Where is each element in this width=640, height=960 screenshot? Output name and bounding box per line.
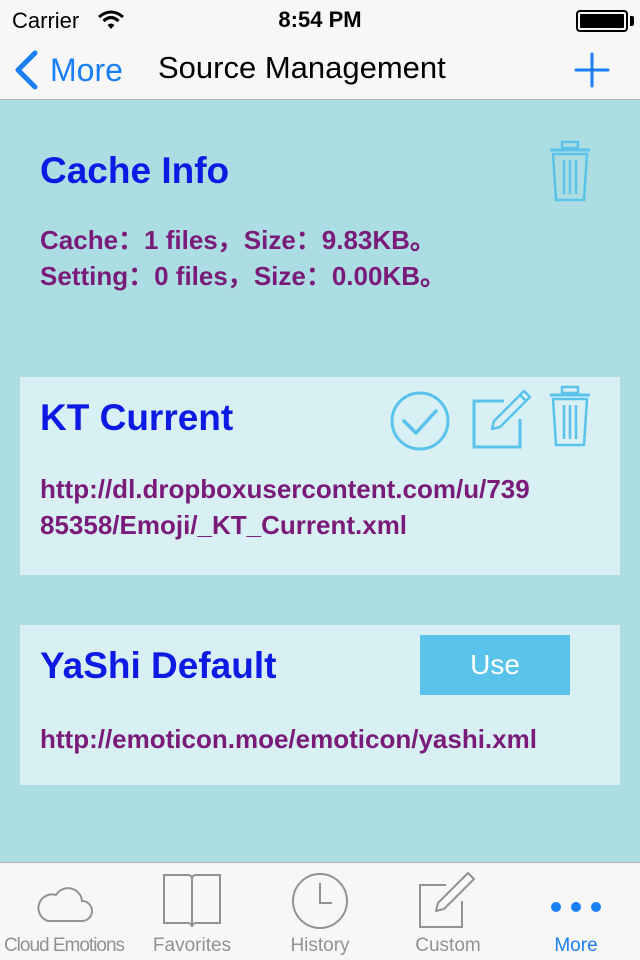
- chevron-left-icon: [15, 50, 38, 90]
- cache-info-title: Cache Info: [40, 150, 230, 191]
- battery-tip: [630, 16, 634, 26]
- source-url-line1: http://dl.dropboxusercontent.com/u/739: [40, 474, 530, 504]
- edit-source-icon[interactable]: [470, 385, 534, 449]
- source-name: YaShi Default: [40, 645, 277, 686]
- tab-label: Cloud Emotions: [3, 935, 125, 956]
- cloud-icon: [37, 887, 93, 922]
- navigation-bar: More Source Management: [0, 40, 640, 100]
- back-label: More: [50, 51, 123, 88]
- use-source-button[interactable]: Use: [420, 635, 570, 695]
- source-url-line2: 85358/Emoji/_KT_Current.xml: [40, 510, 408, 540]
- edit-icon: [419, 872, 475, 928]
- source-card-yashi-default: YaShi Default Use http://emoticon.moe/em…: [20, 625, 620, 785]
- tab-label: Favorites: [152, 935, 232, 956]
- status-time: 8:54 PM: [278, 7, 362, 32]
- tab-favorites[interactable]: Favorites: [128, 863, 256, 960]
- add-source-button[interactable]: [572, 50, 612, 90]
- selected-checkmark-icon[interactable]: [388, 389, 452, 453]
- more-icon: [551, 902, 601, 912]
- tab-custom[interactable]: Custom: [384, 863, 512, 960]
- status-bar: Carrier 8:54 PM: [0, 0, 640, 40]
- tab-cloud-emotions[interactable]: Cloud Emotions: [0, 863, 128, 960]
- source-name: KT Current: [40, 397, 234, 438]
- clock-icon: [292, 873, 348, 929]
- tab-more[interactable]: More: [512, 863, 640, 960]
- clear-cache-trash-icon[interactable]: [548, 140, 592, 202]
- tab-label: History: [290, 935, 350, 956]
- tab-label: More: [554, 935, 598, 956]
- book-icon: [163, 874, 221, 928]
- battery-icon: [576, 10, 628, 32]
- cache-info-section: Cache Info Cache：1 files，Size：9.83KB。 Se…: [0, 100, 640, 350]
- tab-label: Custom: [415, 935, 481, 956]
- page-title: Source Management: [158, 50, 446, 85]
- source-card-kt-current: KT Current http://dl.dropboxusercontent.…: [20, 377, 620, 575]
- tab-history[interactable]: History: [256, 863, 384, 960]
- delete-source-trash-icon[interactable]: [548, 385, 592, 447]
- cache-line: Cache：1 files，Size：9.83KB。: [40, 225, 436, 255]
- setting-line: Setting：0 files，Size：0.00KB。: [40, 261, 446, 291]
- tab-bar: Cloud Emotions Favorites History Custom …: [0, 862, 640, 960]
- source-url: http://emoticon.moe/emoticon/yashi.xml: [40, 724, 537, 754]
- back-button[interactable]: More: [14, 46, 123, 94]
